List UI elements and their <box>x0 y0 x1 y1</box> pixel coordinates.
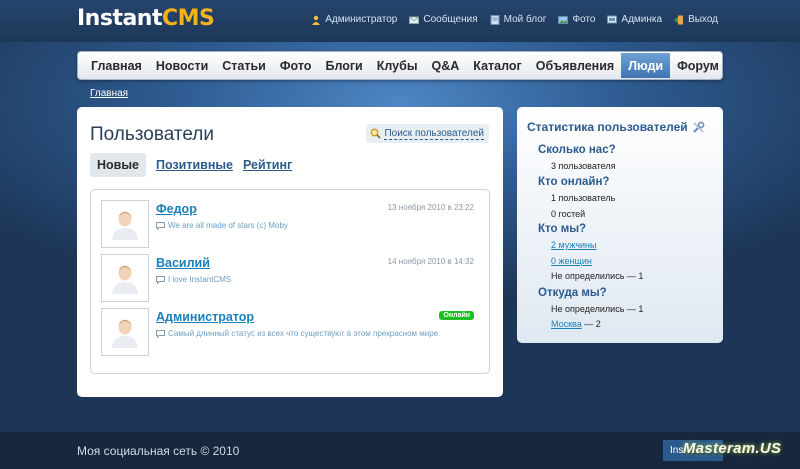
section-count-title: Сколько нас? <box>538 144 616 156</box>
stats-sidebar: Статистика пользователей Сколько нас? 3 … <box>517 107 723 343</box>
user-name-link[interactable]: Федор <box>156 202 197 216</box>
mail-icon <box>409 16 420 24</box>
toplink-user[interactable]: Администратор <box>311 14 397 25</box>
nav-item-home[interactable]: Главная <box>84 52 149 79</box>
page-title: Пользователи <box>90 124 215 145</box>
user-date: 14 ноября 2010 в 14:32 <box>387 257 474 266</box>
search-users-button[interactable]: Поиск пользователей <box>366 124 489 143</box>
nav-item-news[interactable]: Новости <box>149 52 215 79</box>
user-status: I love InstantCMS <box>156 275 231 284</box>
user-date: 13 ноября 2010 в 23:22 <box>387 203 474 212</box>
user-icon <box>312 15 321 25</box>
speech-bubble-icon <box>156 329 165 338</box>
toplink-messages[interactable]: Сообщения <box>409 14 478 25</box>
blog-icon <box>490 14 500 25</box>
stat-city-undefined: Не определились — 1 <box>551 304 644 314</box>
photo-icon <box>558 15 569 24</box>
toplink-label: Выход <box>688 14 718 25</box>
user-avatar-icon <box>112 265 138 294</box>
tab-new[interactable]: Новые <box>90 153 146 177</box>
list-item: Федор We are all made of stars (c) Moby … <box>101 200 479 248</box>
user-name-link[interactable]: Администратор <box>156 310 254 324</box>
online-badge: Онлайн <box>439 311 474 320</box>
user-avatar-icon <box>112 319 138 348</box>
list-item: Василий I love InstantCMS 14 ноября 2010… <box>101 254 479 302</box>
user-status: Самый длинный статус из всех что существ… <box>156 329 438 338</box>
breadcrumb-home[interactable]: Главная <box>90 88 128 99</box>
user-status-text: Самый длинный статус из всех что существ… <box>168 329 439 338</box>
nav-item-ads[interactable]: Объявления <box>529 52 621 79</box>
speech-bubble-icon <box>156 275 165 284</box>
tab-rating[interactable]: Рейтинг <box>243 158 292 172</box>
stat-male-link[interactable]: 2 мужчины <box>551 240 596 250</box>
stat-users-count: 3 пользователя <box>551 161 616 171</box>
logo-instant: Instant <box>77 6 162 31</box>
toplink-label: Админка <box>621 14 663 25</box>
stat-city-row: Москва — 2 <box>551 319 601 329</box>
section-online-title: Кто онлайн? <box>538 176 610 188</box>
users-panel: Пользователи Поиск пользователей Новые П… <box>77 107 503 397</box>
sidebar-title-text: Статистика пользователей <box>527 120 688 134</box>
nav-item-blogs[interactable]: Блоги <box>318 52 369 79</box>
toplink-exit[interactable]: Выход <box>674 14 718 25</box>
toplink-label: Фото <box>572 14 596 25</box>
toplink-blog[interactable]: Мой блог <box>490 14 547 25</box>
stat-female-link[interactable]: 0 женщин <box>551 256 592 266</box>
tools-icon[interactable] <box>692 121 705 134</box>
watermark: Masteram.US <box>683 440 782 457</box>
exit-icon <box>674 15 684 24</box>
toplink-photo[interactable]: Фото <box>558 14 595 25</box>
section-who-title: Кто мы? <box>538 223 587 235</box>
logo-cms: CMS <box>161 6 215 31</box>
nav-item-articles[interactable]: Статьи <box>215 52 273 79</box>
nav-item-photo[interactable]: Фото <box>273 52 319 79</box>
toplink-label: Сообщения <box>423 14 478 25</box>
nav-item-clubs[interactable]: Клубы <box>370 52 425 79</box>
toplink-label: Мой блог <box>503 14 547 25</box>
user-status-text: We are all made of stars (c) Moby <box>168 221 288 230</box>
avatar[interactable] <box>101 254 149 302</box>
main-nav: Главная Новости Статьи Фото Блоги Клубы … <box>77 51 723 80</box>
avatar[interactable] <box>101 200 149 248</box>
admin-icon <box>607 15 618 23</box>
city-count: — 2 <box>584 319 601 329</box>
user-list: Федор We are all made of stars (c) Moby … <box>90 189 490 374</box>
nav-item-forum[interactable]: Форум <box>670 52 726 79</box>
user-name-link[interactable]: Василий <box>156 256 210 270</box>
nav-item-catalog[interactable]: Каталог <box>466 52 528 79</box>
top-links: Администратор Сообщения Мой блог Фото Ад… <box>311 14 718 25</box>
search-users-label: Поиск пользователей <box>384 127 484 140</box>
tab-positive[interactable]: Позитивные <box>156 158 233 172</box>
footer-copyright: Моя социальная сеть © 2010 <box>77 444 240 458</box>
nav-item-people[interactable]: Люди <box>621 53 671 78</box>
list-item: Администратор Самый длинный статус из вс… <box>101 308 479 356</box>
user-avatar-icon <box>112 211 138 240</box>
section-where-title: Откуда мы? <box>538 287 607 299</box>
stat-gender-undefined: Не определились — 1 <box>551 271 644 281</box>
nav-item-qa[interactable]: Q&A <box>425 52 467 79</box>
toplink-admin[interactable]: Админка <box>607 14 662 25</box>
sidebar-title: Статистика пользователей <box>527 120 705 134</box>
user-tabs: Новые Позитивные Рейтинг <box>90 153 292 177</box>
speech-bubble-icon <box>156 221 165 230</box>
user-status-text: I love InstantCMS <box>168 275 232 284</box>
toplink-label: Администратор <box>325 14 398 25</box>
user-status: We are all made of stars (c) Moby <box>156 221 288 230</box>
stat-online-users: 1 пользователь <box>551 193 616 203</box>
stat-online-guests: 0 гостей <box>551 209 586 219</box>
city-link[interactable]: Москва <box>551 319 582 329</box>
avatar[interactable] <box>101 308 149 356</box>
search-icon <box>371 128 382 139</box>
logo[interactable]: InstantCMS <box>77 6 215 31</box>
